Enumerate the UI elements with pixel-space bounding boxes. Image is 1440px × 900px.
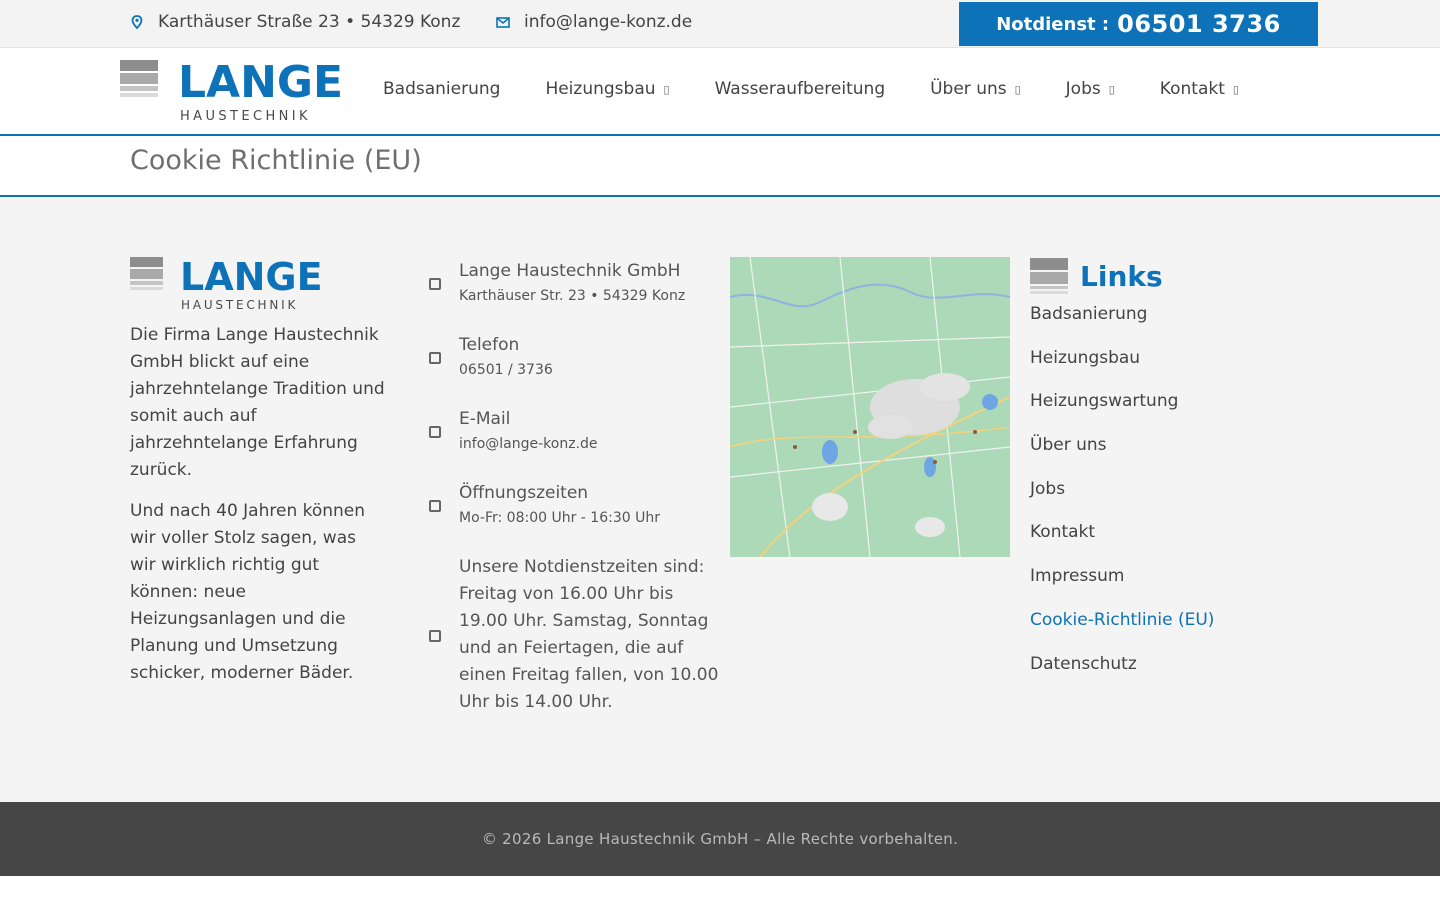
- contact-list: Lange Haustechnik GmbH Karthäuser Str. 2…: [429, 258, 719, 716]
- topbar-address: Karthäuser Straße 23 • 54329 Konz: [130, 12, 460, 32]
- links-title: Links: [1080, 259, 1163, 293]
- about-text: Die Firma Lange Haustechnik GmbH blickt …: [130, 322, 385, 687]
- footer-link-jobs[interactable]: Jobs: [1030, 477, 1310, 521]
- page-title-band: Cookie Richtlinie (EU): [0, 137, 1440, 197]
- topbar-email[interactable]: info@lange-konz.de: [496, 12, 692, 32]
- copyright-text: © 2026 Lange Haustechnik GmbH – Alle Rec…: [481, 830, 959, 848]
- envelope-icon: [496, 17, 510, 28]
- map-graphic: [730, 257, 1010, 557]
- footer-link-heizungsbau[interactable]: Heizungsbau: [1030, 346, 1310, 390]
- mail-icon: [429, 426, 441, 438]
- site-logo[interactable]: LANGE HAUSTECHNIK: [120, 60, 355, 124]
- emergency-hotline-button[interactable]: Notdienst : 06501 3736: [959, 2, 1318, 46]
- chevron-down-icon: ▯: [1014, 82, 1021, 96]
- phone-icon: [429, 352, 441, 364]
- site-header: LANGE HAUSTECHNIK Badsanierung Heizungsb…: [0, 48, 1440, 136]
- chevron-down-icon: ▯: [1232, 82, 1239, 96]
- nav-item-wasseraufbereitung[interactable]: Wasseraufbereitung: [715, 79, 886, 99]
- footer-logo-name: LANGE: [180, 257, 323, 299]
- about-paragraph: Und nach 40 Jahren können wir voller Sto…: [130, 501, 366, 683]
- about-paragraph: Die Firma Lange Haustechnik GmbH blickt …: [130, 325, 385, 480]
- home-icon: [429, 278, 441, 290]
- logo-name: LANGE: [178, 60, 343, 108]
- contact-hours: Öffnungszeiten Mo-Fr: 08:00 Uhr - 16:30 …: [429, 480, 719, 554]
- contact-email[interactable]: E-Mail info@lange-konz.de: [429, 406, 719, 480]
- links-list: Badsanierung Heizungsbau Heizungswartung…: [1030, 302, 1310, 695]
- logo-tagline: HAUSTECHNIK: [180, 109, 311, 124]
- nav-item-badsanierung[interactable]: Badsanierung: [383, 79, 500, 99]
- footer-link-kontakt[interactable]: Kontakt: [1030, 520, 1310, 564]
- nav-item-heizungsbau[interactable]: Heizungsbau ▯: [545, 79, 669, 99]
- footer-link-heizungswartung[interactable]: Heizungswartung: [1030, 389, 1310, 433]
- footer-links: Links Badsanierung Heizungsbau Heizungsw…: [1030, 258, 1310, 695]
- email-link[interactable]: info@lange-konz.de: [524, 12, 692, 32]
- links-header: Links: [1030, 258, 1310, 294]
- footer-link-impressum[interactable]: Impressum: [1030, 564, 1310, 608]
- links-logo-icon: [1030, 258, 1068, 294]
- top-bar: Karthäuser Straße 23 • 54329 Konz info@l…: [0, 0, 1440, 48]
- footer-link-cookie-richtlinie[interactable]: Cookie-Richtlinie (EU): [1030, 608, 1310, 652]
- info-icon: [429, 630, 441, 642]
- emergency-label: Notdienst :: [996, 13, 1110, 35]
- location-icon: [131, 15, 143, 29]
- footer-link-badsanierung[interactable]: Badsanierung: [1030, 302, 1310, 346]
- location-map[interactable]: [730, 257, 1010, 557]
- chevron-down-icon: ▯: [663, 82, 670, 96]
- nav-item-kontakt[interactable]: Kontakt ▯: [1160, 79, 1239, 99]
- clock-icon: [429, 500, 441, 512]
- contact-company: Lange Haustechnik GmbH Karthäuser Str. 2…: [429, 258, 719, 332]
- footer-logo[interactable]: LANGE HAUSTECHNIK: [130, 257, 335, 313]
- nav-item-ueber-uns[interactable]: Über uns ▯: [930, 79, 1021, 99]
- copyright-bar: © 2026 Lange Haustechnik GmbH – Alle Rec…: [0, 802, 1440, 876]
- footer-link-ueber-uns[interactable]: Über uns: [1030, 433, 1310, 477]
- emergency-number[interactable]: 06501 3736: [1117, 10, 1281, 38]
- footer-link-datenschutz[interactable]: Datenschutz: [1030, 652, 1310, 696]
- chevron-down-icon: ▯: [1108, 82, 1115, 96]
- contact-emergency-hours: Unsere Notdienstzeiten sind: Freitag von…: [429, 554, 719, 716]
- contact-phone[interactable]: Telefon 06501 / 3736: [429, 332, 719, 406]
- footer: LANGE HAUSTECHNIK Die Firma Lange Hauste…: [0, 198, 1440, 802]
- footer-logo-tagline: HAUSTECHNIK: [181, 298, 298, 312]
- address-text: Karthäuser Straße 23 • 54329 Konz: [158, 12, 461, 32]
- main-nav: Badsanierung Heizungsbau ▯ Wasseraufberei…: [383, 79, 1239, 99]
- nav-item-jobs[interactable]: Jobs ▯: [1066, 79, 1115, 99]
- page-title: Cookie Richtlinie (EU): [130, 145, 422, 176]
